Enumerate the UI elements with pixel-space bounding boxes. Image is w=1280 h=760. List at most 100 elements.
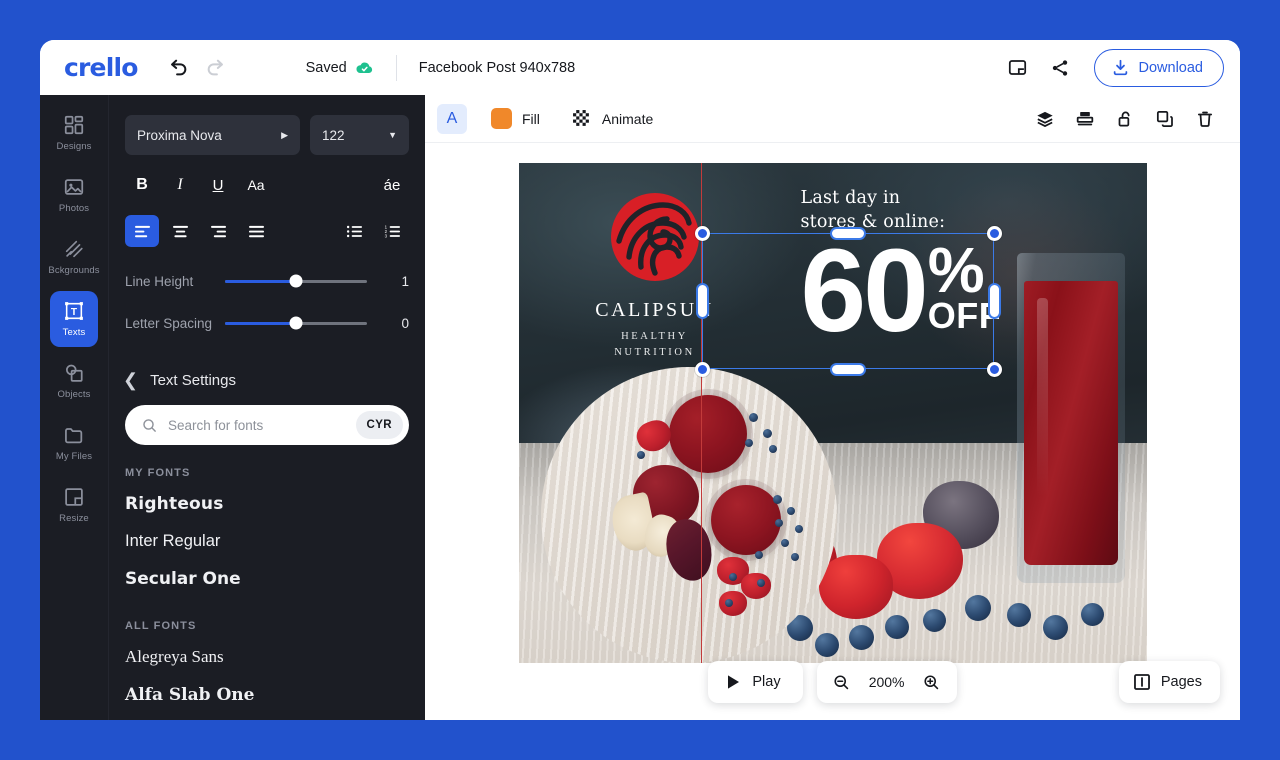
sidebar-item-objects[interactable]: Objects (50, 353, 98, 409)
play-icon (728, 675, 740, 689)
font-size-select[interactable]: 122 ▼ (310, 115, 409, 155)
sidebar-item-label: Designs (56, 141, 92, 152)
crello-logo[interactable]: crello (64, 53, 138, 82)
align-left-button[interactable] (125, 215, 159, 247)
delete-button[interactable] (1188, 102, 1222, 136)
numbered-list-button[interactable]: 123 (375, 215, 409, 247)
font-list-item[interactable]: Inter Regular (125, 523, 409, 560)
selection-handle-top-center[interactable] (829, 227, 866, 240)
object-tools (1028, 102, 1222, 136)
fill-label: Fill (522, 110, 540, 127)
undo-button[interactable] (162, 52, 194, 84)
inset-strawberry (632, 416, 675, 456)
foreground-blueberry (964, 595, 991, 621)
line-height-fill (225, 279, 296, 283)
present-button[interactable] (1002, 52, 1034, 84)
document-title[interactable]: Facebook Post 940x788 (419, 60, 575, 76)
grid-icon (64, 115, 84, 135)
headline-group[interactable]: Last day in stores & online: 60 % OFF (801, 187, 1121, 350)
undo-icon (170, 59, 186, 75)
selection-handle-bottom-right[interactable] (986, 362, 1002, 377)
design-canvas[interactable]: CALIPSUN HEALTHY NUTRITION Last day in s… (518, 163, 1147, 663)
text-settings-header[interactable]: ❮ Text Settings (109, 349, 425, 389)
brand-tagline-line2: NUTRITION (614, 346, 695, 358)
sidebar-item-resize[interactable]: Resize (50, 477, 98, 533)
sidebar-item-label: Resize (59, 513, 89, 524)
text-settings-title: Text Settings (150, 371, 236, 389)
font-list-item[interactable]: Alfa Slab One (125, 676, 409, 714)
line-height-knob[interactable] (289, 274, 303, 288)
cyrillic-toggle-button[interactable]: CYR (355, 411, 403, 439)
zoom-out-button[interactable] (827, 667, 857, 697)
sidebar-item-designs[interactable]: Designs (50, 105, 98, 161)
header-divider (395, 54, 397, 81)
sidebar-item-photos[interactable]: Photos (50, 167, 98, 223)
inset-blueberry (774, 519, 783, 527)
discount-group: 60 % OFF (801, 232, 1121, 350)
svg-text:T: T (71, 307, 78, 318)
brand-name: CALIPSUN (595, 299, 714, 321)
animate-button[interactable]: Animate (564, 105, 661, 132)
align-center-button[interactable] (163, 215, 197, 247)
letter-spacing-label: Letter Spacing (125, 315, 213, 331)
font-list-item[interactable]: Secular One (125, 560, 409, 598)
selection-handle-middle-left[interactable] (695, 283, 709, 319)
animate-label: Animate (601, 110, 654, 127)
font-controls-row: Proxima Nova ▶ 122 ▼ (109, 95, 425, 155)
align-right-button[interactable] (201, 215, 235, 247)
font-search-box[interactable]: CYR (125, 405, 409, 445)
accent-button[interactable]: áe (375, 169, 409, 201)
line-height-slider[interactable] (225, 274, 367, 288)
sidebar-item-my-files[interactable]: My Files (50, 415, 98, 471)
selection-handle-bottom-center[interactable] (829, 363, 866, 376)
text-case-button[interactable]: Aa (239, 169, 273, 201)
letter-spacing-value: 0 (401, 315, 409, 331)
zoom-level-value[interactable]: 200% (863, 674, 911, 690)
pages-button[interactable]: Pages (1118, 661, 1220, 703)
underline-button[interactable]: U (201, 169, 235, 201)
layers-button[interactable] (1028, 102, 1062, 136)
brand-tagline: HEALTHY NUTRITION (565, 329, 745, 361)
sidebar-item-bckgrounds[interactable]: Bckgrounds (48, 229, 99, 285)
bold-button[interactable]: B (125, 169, 159, 201)
italic-button[interactable]: I (163, 169, 197, 201)
sidebar-item-label: Photos (58, 203, 90, 214)
share-button[interactable] (1044, 52, 1076, 84)
line-height-value: 1 (401, 273, 409, 289)
font-list[interactable]: MY FONTS Righteous Inter Regular Secular… (109, 445, 425, 720)
sidebar-item-texts[interactable]: T Texts (50, 291, 98, 347)
rose-swirl-logo-icon (610, 193, 699, 281)
align-left-icon (134, 225, 150, 237)
font-list-item[interactable]: Alegreya Sans (125, 638, 409, 676)
selection-handle-top-left[interactable] (694, 226, 710, 241)
download-button[interactable]: Download (1093, 48, 1224, 87)
align-justify-button[interactable] (239, 215, 273, 247)
bulleted-list-button[interactable] (337, 215, 371, 247)
fill-color-button[interactable]: Fill (483, 104, 548, 133)
letter-spacing-knob[interactable] (289, 316, 303, 330)
chevron-left-icon: ❮ (123, 370, 139, 390)
image-icon (64, 179, 84, 195)
unlock-button[interactable] (1108, 102, 1142, 136)
cloud-check-icon (356, 62, 372, 74)
align-position-button[interactable] (1068, 102, 1102, 136)
line-height-label: Line Height (125, 273, 194, 289)
selection-handle-top-right[interactable] (986, 226, 1002, 241)
selection-handle-middle-right[interactable] (987, 283, 1001, 319)
redo-button[interactable] (200, 52, 232, 84)
present-icon (1008, 60, 1027, 75)
all-fonts-header: ALL FONTS (125, 620, 197, 632)
inset-blueberry (636, 451, 645, 459)
selection-handle-bottom-left[interactable] (694, 362, 710, 377)
text-format-button[interactable]: A (437, 103, 467, 134)
inset-blueberry (768, 445, 777, 453)
font-family-select[interactable]: Proxima Nova ▶ (125, 115, 300, 155)
search-input[interactable] (168, 417, 346, 433)
inset-blueberry (780, 539, 789, 547)
play-button[interactable]: Play (708, 661, 803, 703)
align-center-icon (172, 225, 188, 237)
zoom-in-button[interactable] (917, 667, 947, 697)
duplicate-button[interactable] (1148, 102, 1182, 136)
font-list-item[interactable]: Righteous (125, 485, 409, 523)
letter-spacing-slider[interactable] (225, 316, 367, 330)
